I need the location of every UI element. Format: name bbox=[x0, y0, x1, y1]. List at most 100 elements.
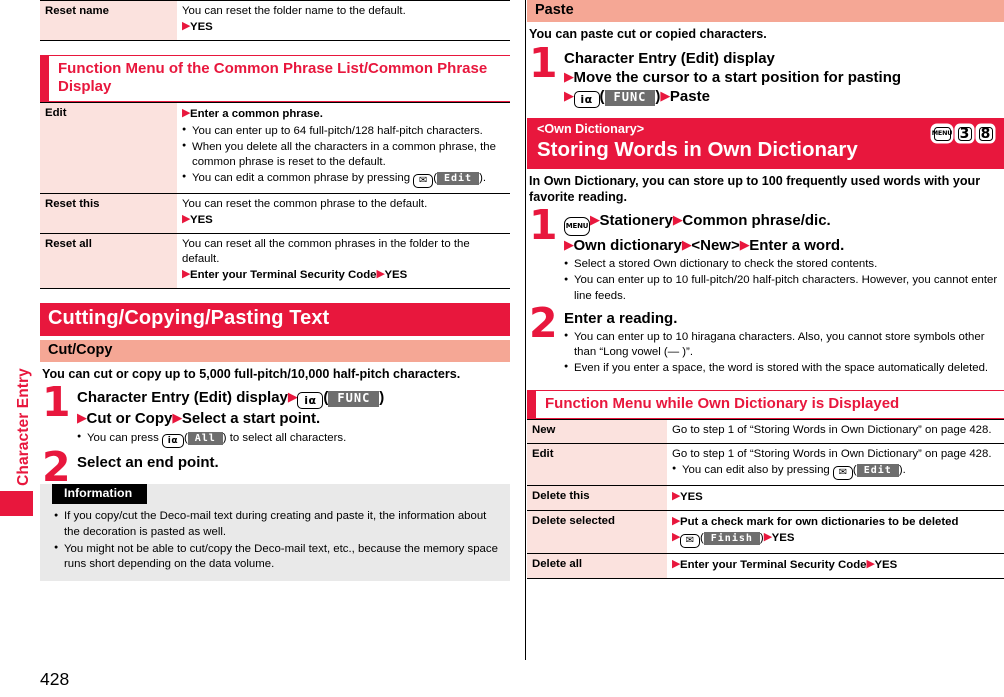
row-value: You can reset the common phrase to the d… bbox=[177, 192, 510, 234]
softkey-label: All bbox=[187, 431, 223, 446]
row-text: You can reset the folder name to the def… bbox=[182, 5, 406, 17]
table-reset-name: Reset name You can reset the folder name… bbox=[40, 0, 510, 41]
bullet-text-post: . bbox=[482, 171, 487, 184]
step-line-2: ▶Move the cursor to a start position for… bbox=[564, 68, 902, 86]
row-text: You can reset all the common phrases in … bbox=[182, 237, 470, 265]
arrow-icon: ▶ bbox=[672, 556, 680, 570]
arrow-icon: ▶ bbox=[77, 411, 87, 427]
bullet-text-pre: You can edit a common phrase by pressing bbox=[192, 171, 414, 184]
menu-key-icon: MENU bbox=[564, 217, 590, 237]
arrow-icon: ▶ bbox=[182, 18, 190, 32]
paste-step-1: 1 Character Entry (Edit) display ▶Move t… bbox=[527, 42, 1004, 109]
step-1: 1 Character Entry (Edit) display▶ iα(FUNC… bbox=[40, 382, 510, 449]
step-line-2: ▶Cut or Copy▶Select a start point. bbox=[77, 410, 321, 428]
subsection-heading-paste: Paste bbox=[527, 0, 1004, 23]
row-text: You can reset the common phrase to the d… bbox=[182, 197, 428, 210]
subsection-heading-cut-copy: Cut/Copy bbox=[40, 339, 510, 363]
chapter-heading: Cutting/Copying/Pasting Text bbox=[40, 302, 510, 336]
bullet-item: When you delete all the characters in a … bbox=[182, 140, 505, 170]
step-2: 2 Select an end point. bbox=[40, 447, 510, 488]
arrow-icon: ▶ bbox=[763, 529, 772, 543]
arrow-icon: ▶ bbox=[182, 105, 190, 119]
section-title-sub: <Own Dictionary> bbox=[537, 122, 645, 137]
row-text-step: ▶YES bbox=[182, 18, 213, 33]
step-line-3: ▶ iα(FUNC)▶Paste bbox=[564, 88, 710, 109]
row-key: Edit bbox=[527, 442, 667, 486]
arrow-icon: ▶ bbox=[672, 513, 680, 527]
arrow-icon: ▶ bbox=[564, 238, 574, 254]
own-dict-step-2: 2 Enter a reading. You can enter up to 1… bbox=[527, 302, 1004, 376]
mail-key-icon: ✉ bbox=[832, 465, 853, 480]
chapter-side-tab-label: Character Entry bbox=[15, 368, 32, 486]
softkey-label: Edit bbox=[856, 463, 899, 478]
bullet-item: You can edit also by pressing ✉(Edit). bbox=[672, 463, 999, 480]
step-line-a: Enter a reading. bbox=[564, 309, 678, 327]
step-bullets: You can press iα(All) to select all char… bbox=[77, 431, 510, 449]
row-text-step: ▶Enter your Terminal Security Code▶YES bbox=[182, 266, 408, 281]
step-text: Select an end point. bbox=[77, 452, 510, 472]
own-dict-step-1: 1 MENU ▶Stationery▶Common phrase/dic. ▶Ow… bbox=[527, 205, 1004, 303]
table-row: Delete selected ▶Put a check mark for ow… bbox=[527, 509, 1004, 554]
paste-lead-text: You can paste cut or copied characters. bbox=[529, 27, 767, 42]
table-row: Delete all ▶Enter your Terminal Security… bbox=[527, 552, 1004, 579]
arrow-icon: ▶ bbox=[681, 238, 692, 254]
row-key: Delete selected bbox=[527, 509, 667, 554]
bullet-item: Even if you enter a space, the word is s… bbox=[564, 361, 1004, 376]
arrow-icon: ▶ bbox=[564, 89, 574, 105]
table-row: Reset name You can reset the folder name… bbox=[40, 0, 510, 41]
arrow-icon: ▶ bbox=[672, 213, 683, 229]
arrow-icon: ▶ bbox=[172, 411, 182, 427]
step-line-2: ▶Own dictionary▶<New>▶Enter a word. bbox=[564, 237, 845, 255]
step-text: MENU ▶Stationery▶Common phrase/dic. ▶Own … bbox=[564, 210, 1004, 255]
key-8-icon: 8 bbox=[976, 124, 995, 144]
key-3-icon: 3 bbox=[955, 124, 974, 144]
row-text-2: ▶ ✉(Finish)▶YES bbox=[672, 529, 795, 548]
softkey-label: Finish bbox=[703, 531, 760, 546]
mail-key-icon: ✉ bbox=[679, 533, 700, 548]
own-dictionary-lead: In Own Dictionary, you can store up to 1… bbox=[529, 173, 981, 204]
bullet-text-pre: You can edit also by pressing bbox=[682, 463, 833, 476]
row-key: New bbox=[527, 418, 667, 444]
bullet-text-post: to select all characters. bbox=[226, 431, 347, 444]
table-row: Delete this ▶YES bbox=[527, 484, 1004, 511]
arrow-icon: ▶ bbox=[739, 238, 750, 254]
row-value: Go to step 1 of “Storing Words in Own Di… bbox=[667, 442, 1004, 486]
section-heading-own-dict-function-menu: Function Menu while Own Dictionary is Di… bbox=[527, 389, 1004, 419]
step-text: Enter a reading. bbox=[564, 308, 1004, 328]
row-value: ▶Enter your Terminal Security Code▶YES bbox=[667, 552, 1004, 579]
page-number: 428 bbox=[40, 669, 70, 689]
arrow-icon: ▶ bbox=[672, 529, 680, 543]
softkey-label: FUNC bbox=[604, 90, 656, 106]
softkey-label: Edit bbox=[437, 171, 480, 186]
arrow-icon: ▶ bbox=[590, 213, 600, 229]
row-head: ▶Enter a common phrase. bbox=[182, 105, 323, 120]
softkey-label: FUNC bbox=[328, 391, 380, 408]
row-value: Go to step 1 of “Storing Words in Own Di… bbox=[667, 418, 1004, 444]
bullet-text-pre: You can press bbox=[87, 431, 162, 444]
bullet-item: You can enter up to 10 hiragana characte… bbox=[564, 330, 1004, 360]
row-value: ▶YES bbox=[667, 484, 1004, 511]
row-text: Go to step 1 of “Storing Words in Own Di… bbox=[672, 447, 992, 460]
information-box: Information If you copy/cut the Deco-mai… bbox=[40, 484, 510, 581]
table-function-menu: Edit ▶Enter a common phrase. You can ent… bbox=[40, 101, 510, 289]
section-heading-function-menu: Function Menu of the Common Phrase List/… bbox=[40, 54, 510, 102]
chapter-side-tab: Character Entry bbox=[0, 0, 40, 697]
right-column: Paste You can paste cut or copied charac… bbox=[527, 0, 1004, 579]
bullet-item: You can edit a common phrase by pressing… bbox=[182, 171, 505, 188]
step-number: 2 bbox=[42, 443, 71, 492]
row-key: Reset this bbox=[40, 192, 177, 234]
lead-text: You can cut or copy up to 5,000 full-pit… bbox=[42, 367, 461, 382]
step-line-1: Character Entry (Edit) display bbox=[564, 49, 775, 67]
column-divider bbox=[525, 0, 526, 660]
row-key: Delete this bbox=[527, 484, 667, 511]
key-shortcut-badges: MENU 3 8 bbox=[931, 124, 995, 144]
row-key: Edit bbox=[40, 101, 177, 194]
table-row: Edit ▶Enter a common phrase. You can ent… bbox=[40, 101, 510, 194]
mail-key-icon: ✉ bbox=[413, 173, 434, 188]
bullet-item: You might not be able to cut/copy the De… bbox=[54, 542, 498, 573]
row-key: Delete all bbox=[527, 552, 667, 579]
bullet-item: You can enter up to 10 full-pitch/20 hal… bbox=[564, 273, 1004, 303]
i-alpha-key-icon: iα bbox=[161, 434, 184, 449]
bullet-item: If you copy/cut the Deco-mail text durin… bbox=[54, 509, 498, 540]
menu-key-icon: MENU bbox=[931, 124, 953, 144]
